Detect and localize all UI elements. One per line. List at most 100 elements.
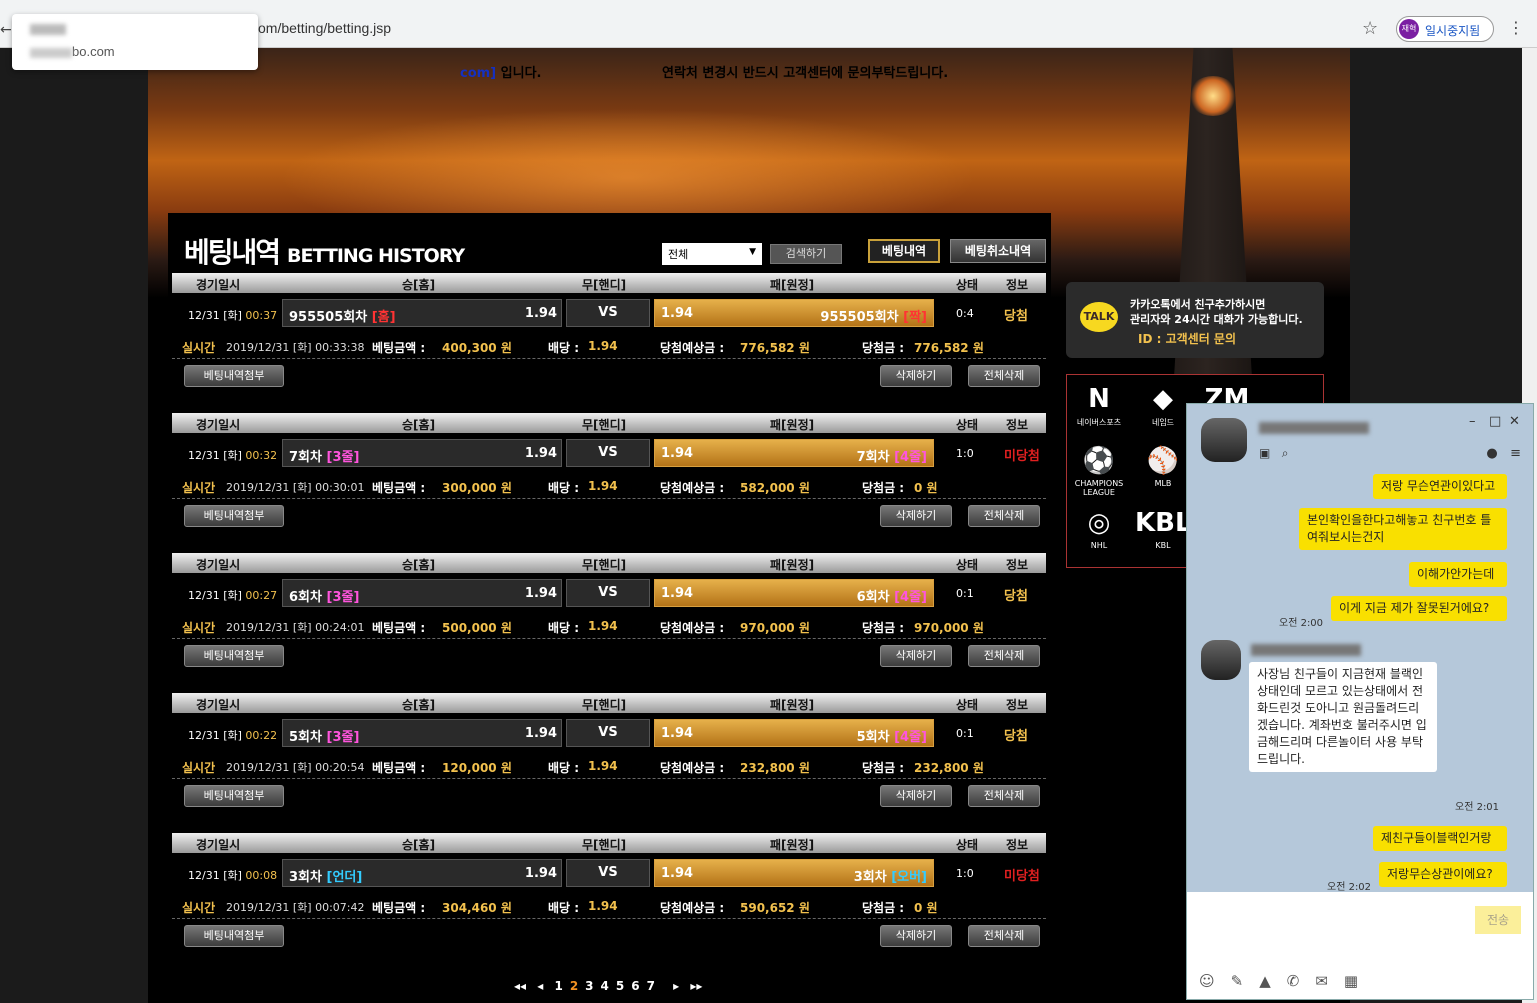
betting-history-button[interactable]: 베팅내역 [868,239,940,263]
col-away: 패[원정] [770,558,815,572]
search-button[interactable]: 검색하기 [770,244,842,264]
score: 1:0 [956,447,974,460]
kebab-icon[interactable]: ⋮ [1508,18,1524,37]
away-tag: [4줄] [894,730,927,745]
info-field: 500,000 원 [442,621,512,635]
away-pick[interactable]: 1.94 7회차 [4줄] [654,439,934,467]
bet-block: 경기일시 승[홈] 무[핸디] 패[원정] 상태 정보 12/31 [화] 00:22 5회차… [172,693,1046,823]
message-time: 오전 2:00 [1279,618,1324,629]
close-icon[interactable]: ✕ [1509,414,1520,429]
minimize-icon[interactable]: – [1469,414,1476,429]
info-field: 당첨예상금 : [660,481,725,495]
col-info: 정보 [1006,558,1029,572]
attach-button[interactable]: 베팅내역첨부 [184,365,284,387]
chat-avatar [1201,418,1247,462]
delete-button[interactable]: 삭제하기 [880,645,952,667]
emoticon-icon[interactable]: ☺ [1199,972,1215,990]
home-name: 7회차 [3줄] [289,446,359,465]
info-field: 당첨예상금 : [660,341,725,355]
next-page-icon[interactable]: ▸ [673,979,679,993]
delete-button[interactable]: 삭제하기 [880,365,952,387]
home-round: 7회차 [289,450,322,465]
last-page-icon[interactable]: ▸▸ [690,979,702,993]
attach-button[interactable]: 베팅내역첨부 [184,645,284,667]
calendar-icon[interactable]: ▦ [1344,972,1358,990]
image-icon[interactable]: ▲ [1259,972,1271,990]
col-info: 정보 [1006,698,1029,712]
page-link[interactable]: 6 [631,979,639,993]
sports-link[interactable]: KBL KBL [1135,505,1192,550]
page-link[interactable]: 2 [570,979,578,993]
info-field: 2019/12/31 [화] 00:07:42 [226,901,365,914]
star-icon[interactable]: ☆ [1362,18,1378,39]
attach-button[interactable]: 베팅내역첨부 [184,505,284,527]
away-pick[interactable]: 1.94 6회차 [4줄] [654,579,934,607]
attach-button[interactable]: 베팅내역첨부 [184,925,284,947]
home-pick[interactable]: 6회차 [3줄] 1.94 [282,579,562,607]
away-pick[interactable]: 1.94 3회차 [오버] [654,859,934,887]
home-pick[interactable]: 955505회차 [홈] 1.94 [282,299,562,327]
info-field: 400,300 원 [442,341,512,355]
sports-link[interactable]: ⚾ MLB [1135,443,1191,488]
page-link[interactable]: 1 [554,979,562,993]
cancel-history-button[interactable]: 베팅취소내역 [950,239,1046,263]
sports-icon: ◆ [1153,384,1173,414]
back-icon[interactable]: ← [0,22,12,38]
page-link[interactable]: 5 [616,979,624,993]
attach-icon[interactable]: ✎ [1231,972,1244,990]
maximize-icon[interactable]: □ [1489,414,1501,429]
info-field: 베팅금액 : [372,621,426,635]
prev-page-icon[interactable]: ◂ [537,979,543,993]
send-button[interactable]: 전송 [1475,906,1521,934]
col-status: 상태 [956,698,979,712]
delete-all-button[interactable]: 전체삭제 [968,785,1040,807]
away-odds: 1.94 [661,446,694,461]
delete-all-button[interactable]: 전체삭제 [968,645,1040,667]
kakao-line-1: 카카오톡에서 친구추가하시면 [1130,298,1266,311]
page-link[interactable]: 7 [647,979,655,993]
delete-all-button[interactable]: 전체삭제 [968,505,1040,527]
delete-all-button[interactable]: 전체삭제 [968,365,1040,387]
away-pick[interactable]: 1.94 955505회차 [짝] [654,299,934,327]
info-field: 실시간 [182,621,216,635]
sports-link[interactable]: ◎ NHL [1071,505,1127,550]
tab-domain: bo.com [30,44,115,59]
info-field: 590,652 원 [740,901,810,915]
chat-input-area[interactable]: 전송 ☺ ✎ ▲ ✆ ✉ ▦ [1187,892,1533,999]
col-info: 정보 [1006,278,1029,292]
tab-hover-card: bo.com [12,14,258,70]
page-link[interactable]: 4 [601,979,609,993]
home-pick[interactable]: 5회차 [3줄] 1.94 [282,719,562,747]
home-pick[interactable]: 7회차 [3줄] 1.94 [282,439,562,467]
sports-link[interactable]: N 네이버스포츠 [1071,381,1127,428]
score: 0:1 [956,587,974,600]
call-icon[interactable]: ✆ [1287,972,1300,990]
chat-tools[interactable]: ▣ ⌕ [1259,446,1289,461]
col-draw: 무[핸디] [582,558,627,572]
info-field: 실시간 [182,901,216,915]
filter-select[interactable]: 전체 ▼ [662,243,762,265]
away-pick[interactable]: 1.94 5회차 [4줄] [654,719,934,747]
delete-button[interactable]: 삭제하기 [880,505,952,527]
profile-button[interactable]: 재혁 일시중지됨 [1396,16,1494,42]
vs-label: VS [566,859,650,887]
delete-all-button[interactable]: 전체삭제 [968,925,1040,947]
address-bar[interactable]: om/betting/betting.jsp [258,20,391,36]
away-odds: 1.94 [661,726,694,741]
chat-menu-icons[interactable]: ● ≡ [1486,446,1521,461]
home-pick[interactable]: 3회차 [언더] 1.94 [282,859,562,887]
first-page-icon[interactable]: ◂◂ [514,979,526,993]
attach-button[interactable]: 베팅내역첨부 [184,785,284,807]
kakaotalk-icon: TALK [1080,302,1118,332]
page-link[interactable]: 3 [585,979,593,993]
delete-button[interactable]: 삭제하기 [880,925,952,947]
sports-icon: ⚽ [1082,446,1116,476]
pagination: ◂◂ ◂ 1234567 ▸ ▸▸ [514,979,709,993]
sports-link[interactable]: ⚽ CHAMPIONS LEAGUE [1071,443,1127,497]
betting-page: com] 입니다. 연락처 변경시 반드시 고객센터에 문의부탁드립니다. 베팅… [148,48,1350,1003]
delete-button[interactable]: 삭제하기 [880,785,952,807]
mail-icon[interactable]: ✉ [1315,972,1328,990]
score: 0:1 [956,727,974,740]
sports-link[interactable]: ◆ 네임드 [1135,381,1191,428]
info-field: 실시간 [182,761,216,775]
